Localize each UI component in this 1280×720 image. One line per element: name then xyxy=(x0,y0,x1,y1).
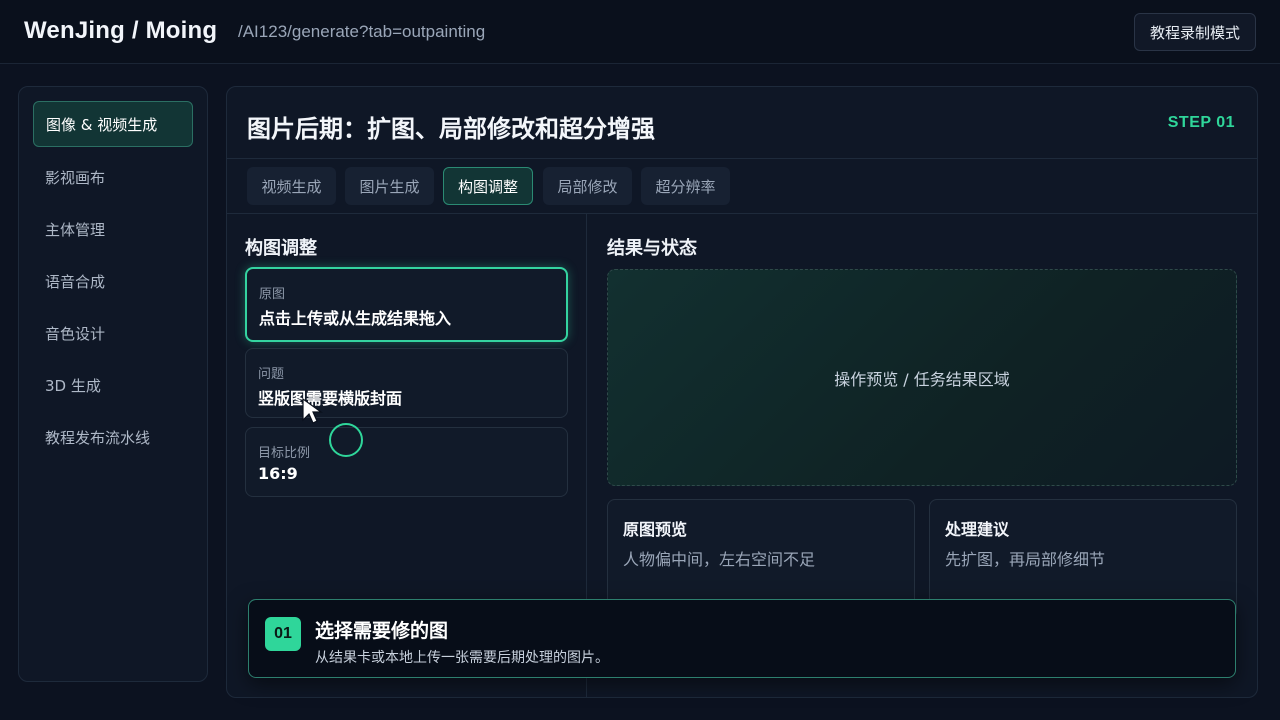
panel-header: 图片后期：扩图、局部修改和超分增强 STEP 01 xyxy=(227,87,1257,159)
sidebar-item-label: 影视画布 xyxy=(45,168,106,187)
tab-video-generation[interactable]: 视频生成 xyxy=(247,167,336,205)
card-title: 原图预览 xyxy=(623,520,688,539)
tab-bar: 视频生成 图片生成 构图调整 局部修改 超分辨率 xyxy=(227,159,1257,214)
field-label: 问题 xyxy=(258,367,285,382)
section-title: 构图调整 xyxy=(245,238,317,259)
step-number-badge: 01 xyxy=(265,617,301,651)
top-bar: WenJing / Moing /AI123/generate?tab=outp… xyxy=(0,0,1280,64)
field-value: 点击上传或从生成结果拖入 xyxy=(259,309,452,328)
sidebar-item-tutorial-pipeline[interactable]: 教程发布流水线 xyxy=(33,414,193,460)
target-ratio-field[interactable]: 目标比例 16:9 xyxy=(245,427,568,497)
sidebar-item-label: 教程发布流水线 xyxy=(45,428,151,447)
page-title: 图片后期：扩图、局部修改和超分增强 xyxy=(247,115,655,143)
brand-title[interactable]: WenJing / Moing xyxy=(24,17,217,45)
sidebar-item-film-canvas[interactable]: 影视画布 xyxy=(33,154,193,200)
sidebar-item-label: 音色设计 xyxy=(45,324,106,343)
sidebar-item-label: 图像 & 视频生成 xyxy=(46,115,158,134)
tab-image-generation[interactable]: 图片生成 xyxy=(345,167,434,205)
sidebar-item-3d-generation[interactable]: 3D 生成 xyxy=(33,362,193,408)
tip-title: 选择需要修的图 xyxy=(315,620,449,642)
sidebar-item-label: 主体管理 xyxy=(45,220,106,239)
field-label: 目标比例 xyxy=(258,446,311,461)
url-path: /AI123/generate?tab=outpainting xyxy=(238,22,486,41)
tutorial-record-button[interactable]: 教程录制模式 xyxy=(1134,13,1256,51)
result-preview-area[interactable]: 操作预览 / 任务结果区域 xyxy=(607,269,1237,486)
field-value: 16:9 xyxy=(258,464,298,483)
sidebar: 图像 & 视频生成 影视画布 主体管理 语音合成 音色设计 3D 生成 教程发布… xyxy=(18,86,208,682)
card-title: 处理建议 xyxy=(945,520,1010,539)
card-text: 先扩图，再局部修细节 xyxy=(945,550,1106,569)
card-text: 人物偏中间，左右空间不足 xyxy=(623,550,816,569)
tab-local-edit[interactable]: 局部修改 xyxy=(543,167,632,205)
sidebar-item-subject-manage[interactable]: 主体管理 xyxy=(33,206,193,252)
step-indicator: STEP 01 xyxy=(1167,114,1235,131)
preview-placeholder: 操作预览 / 任务结果区域 xyxy=(834,369,1010,389)
click-indicator-icon xyxy=(329,423,363,457)
sidebar-item-label: 3D 生成 xyxy=(45,376,101,395)
sidebar-item-speech-synthesis[interactable]: 语音合成 xyxy=(33,258,193,304)
field-value: 竖版图需要横版封面 xyxy=(258,389,403,408)
problem-field[interactable]: 问题 竖版图需要横版封面 xyxy=(245,348,568,418)
sidebar-item-image-video[interactable]: 图像 & 视频生成 xyxy=(33,101,193,147)
tip-description: 从结果卡或本地上传一张需要后期处理的图片。 xyxy=(315,650,609,666)
tab-composition[interactable]: 构图调整 xyxy=(443,167,533,205)
tutorial-tip: 01 选择需要修的图 从结果卡或本地上传一张需要后期处理的图片。 xyxy=(248,599,1236,678)
mouse-cursor-icon xyxy=(302,397,323,424)
sidebar-item-label: 语音合成 xyxy=(45,272,106,291)
tab-super-resolution[interactable]: 超分辨率 xyxy=(641,167,730,205)
sidebar-item-voice-design[interactable]: 音色设计 xyxy=(33,310,193,356)
original-image-field[interactable]: 原图 点击上传或从生成结果拖入 xyxy=(245,267,568,342)
section-title: 结果与状态 xyxy=(607,238,697,259)
field-label: 原图 xyxy=(259,287,286,302)
